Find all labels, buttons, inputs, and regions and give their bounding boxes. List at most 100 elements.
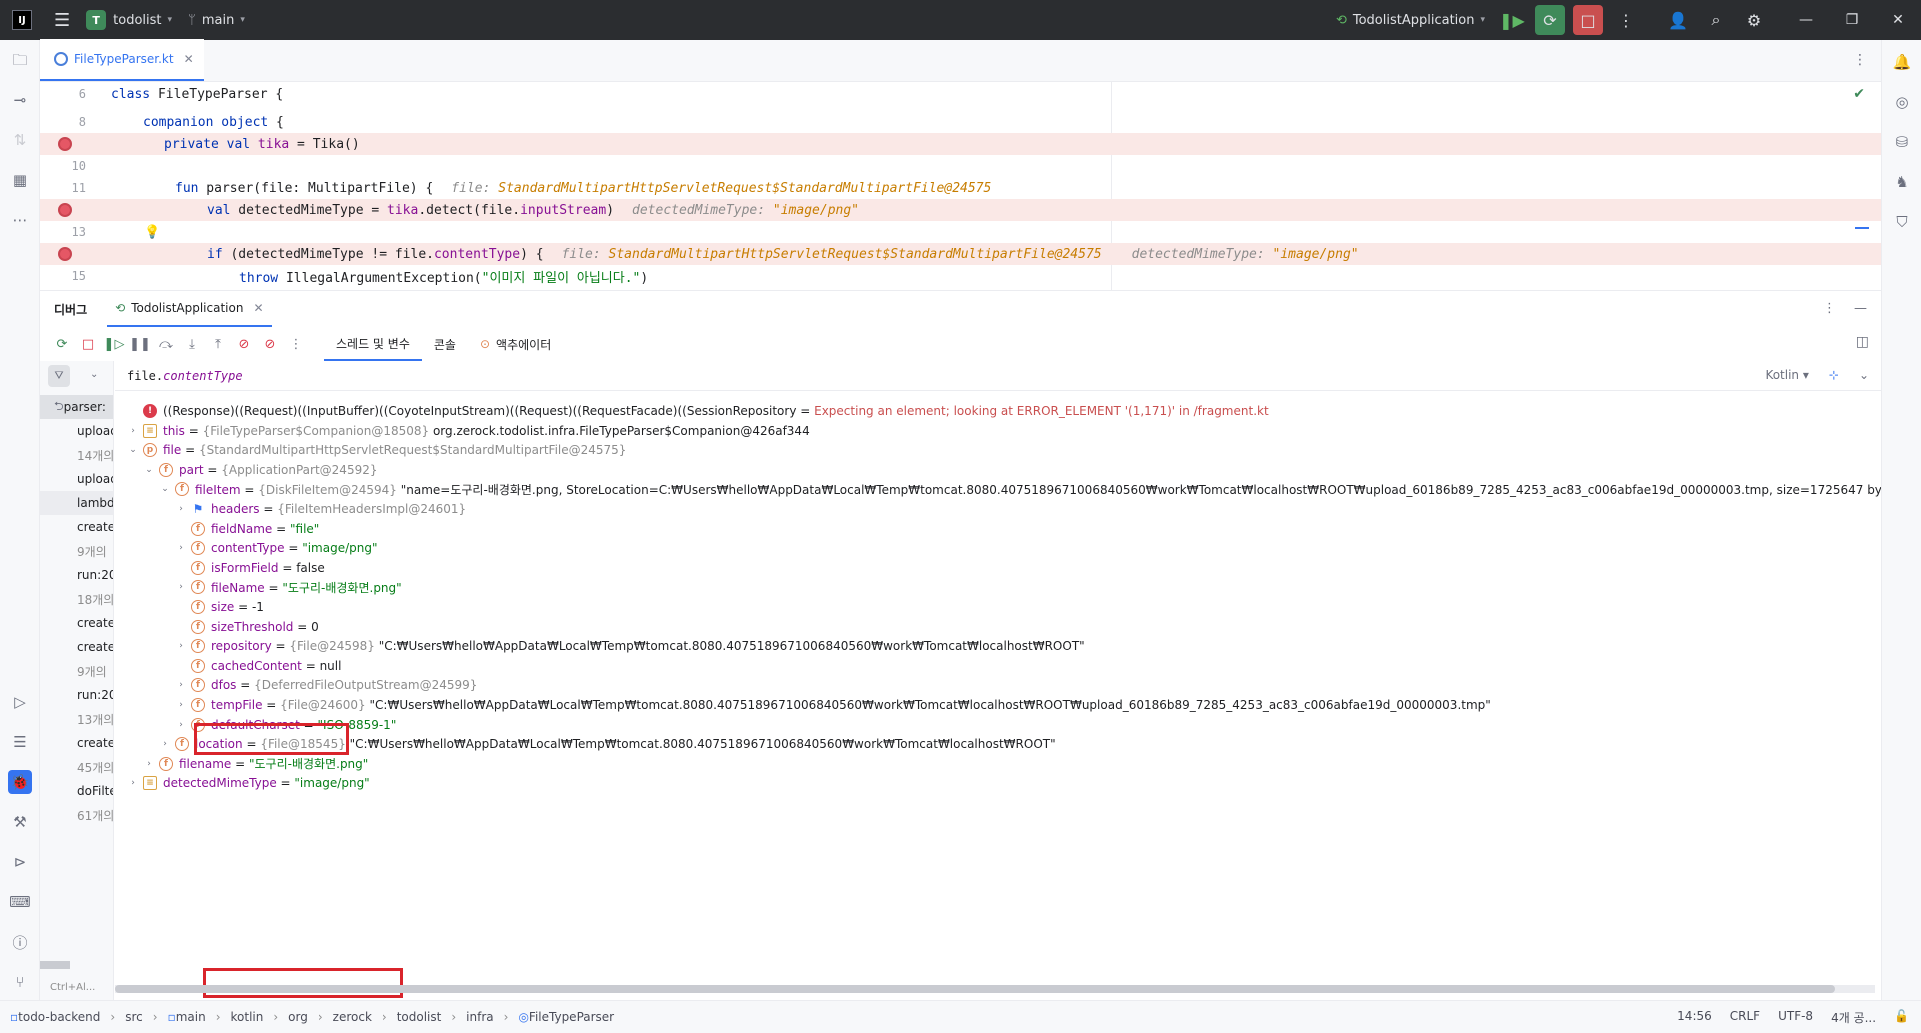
- frame-item[interactable]: createT: [40, 731, 113, 755]
- main-menu-button[interactable]: ☰: [46, 6, 78, 34]
- chevron-right-icon[interactable]: ›: [175, 582, 187, 592]
- breadcrumb-item[interactable]: zerock ›: [333, 1010, 387, 1024]
- horizontal-scrollbar[interactable]: [115, 985, 1875, 993]
- stop-icon[interactable]: □: [76, 332, 100, 356]
- breakpoint-icon[interactable]: [58, 137, 72, 151]
- code-editor[interactable]: ✔ 6 class FileTypeParser { 8 companion o…: [40, 82, 1881, 290]
- chevron-right-icon[interactable]: ›: [175, 680, 187, 690]
- evaluate-expression-bar[interactable]: file.contentType Kotlin ▾ ⊹ ⌄: [115, 361, 1881, 391]
- chevron-right-icon[interactable]: ›: [143, 759, 155, 769]
- close-tab-icon[interactable]: ✕: [184, 52, 194, 66]
- commit-tool-button[interactable]: ⊸: [8, 88, 32, 112]
- chevron-down-icon[interactable]: ⌄: [127, 445, 139, 455]
- frame-item[interactable]: createT: [40, 515, 113, 539]
- breadcrumb-item[interactable]: ◎ FileTypeParser: [518, 1010, 614, 1024]
- indent-setting[interactable]: 4개 공...: [1831, 1009, 1876, 1026]
- frame-item[interactable]: createT: [40, 611, 113, 635]
- pull-requests-button[interactable]: ⇅: [8, 128, 32, 152]
- frame-item[interactable]: 9개의: [40, 659, 113, 683]
- database-button[interactable]: ⛁: [1890, 130, 1914, 154]
- frame-item[interactable]: 61개의: [40, 803, 113, 827]
- code-with-me-button[interactable]: 👤: [1663, 5, 1693, 35]
- run-tool-button[interactable]: ▷: [8, 690, 32, 714]
- gradle-button[interactable]: ♞: [1890, 170, 1914, 194]
- structure-tool-button[interactable]: ▦: [8, 168, 32, 192]
- resume-button[interactable]: ❚▶: [1497, 5, 1527, 35]
- run-config-selector[interactable]: ⟲ TodolistApplication ▾: [1328, 6, 1493, 34]
- breadcrumb-item[interactable]: ▫ todo-backend ›: [10, 1010, 115, 1024]
- more-icon[interactable]: ⋮: [1823, 301, 1836, 316]
- restore-button[interactable]: ❐: [1829, 0, 1875, 40]
- terminal-tool-button[interactable]: ⌨: [8, 890, 32, 914]
- breadcrumb-item[interactable]: src ›: [125, 1010, 157, 1024]
- frame-item[interactable]: run:20,: [40, 683, 113, 707]
- frame-item[interactable]: ⮌ parser:: [40, 395, 113, 419]
- rerun-debug-button[interactable]: ⟳: [1535, 5, 1565, 35]
- ai-assistant-button[interactable]: ◎: [1890, 90, 1914, 114]
- more-icon[interactable]: ⋮: [284, 332, 308, 356]
- chevron-down-icon[interactable]: ⌄: [1859, 368, 1869, 382]
- git-tool-button[interactable]: ⑂: [8, 970, 32, 994]
- more-tools-button[interactable]: ⋯: [8, 208, 32, 232]
- file-encoding[interactable]: UTF-8: [1778, 1009, 1813, 1026]
- project-switcher[interactable]: T todolist ▾: [78, 6, 180, 34]
- project-tool-button[interactable]: 🗀: [8, 50, 32, 74]
- more-icon[interactable]: ⋮: [1853, 52, 1867, 68]
- settings-button[interactable]: ⚙: [1739, 5, 1769, 35]
- layout-settings-icon[interactable]: ◫: [1856, 334, 1869, 350]
- language-selector[interactable]: Kotlin ▾: [1765, 368, 1808, 382]
- breadcrumb-item[interactable]: infra ›: [466, 1010, 508, 1024]
- breadcrumb-item[interactable]: ▫ main ›: [168, 1010, 221, 1024]
- problems-tool-button[interactable]: ⓘ: [8, 930, 32, 954]
- frame-item[interactable]: doFilte: [40, 779, 113, 803]
- step-into-icon[interactable]: ⤓: [180, 332, 204, 356]
- add-watch-icon[interactable]: ⊹: [1829, 368, 1839, 382]
- services-tool-button[interactable]: ⊳: [8, 850, 32, 874]
- minimize-panel-icon[interactable]: —: [1854, 301, 1867, 316]
- tab-threads-variables[interactable]: 스레드 및 변수: [324, 327, 422, 361]
- frame-item[interactable]: 14개의: [40, 443, 113, 467]
- variable-row[interactable]: › ≡ detectedMimeType = "image/png": [115, 771, 1881, 795]
- rerun-icon[interactable]: ⟳: [50, 332, 74, 356]
- chevron-right-icon[interactable]: ›: [159, 739, 171, 749]
- chevron-down-icon[interactable]: ⌄: [90, 369, 98, 380]
- frame-item[interactable]: upload: [40, 419, 113, 443]
- debug-session-tab[interactable]: ⟲ TodolistApplication ✕: [107, 291, 272, 327]
- breadcrumb-item[interactable]: todolist ›: [397, 1010, 456, 1024]
- security-button[interactable]: ⛉: [1890, 210, 1914, 234]
- chevron-right-icon[interactable]: ›: [175, 720, 187, 730]
- frame-item[interactable]: createT: [40, 635, 113, 659]
- search-everywhere-button[interactable]: ⌕: [1701, 5, 1731, 35]
- branch-switcher[interactable]: ᛘ main ▾: [180, 6, 253, 34]
- frame-item[interactable]: 18개의: [40, 587, 113, 611]
- tab-console[interactable]: 콘솔: [422, 327, 468, 361]
- step-over-icon[interactable]: ⤼: [154, 332, 178, 356]
- chevron-down-icon[interactable]: ⌄: [159, 484, 171, 494]
- filter-icon[interactable]: ⛛: [48, 365, 70, 387]
- close-tab-icon[interactable]: ✕: [253, 301, 263, 315]
- lock-icon[interactable]: 🔓: [1894, 1009, 1909, 1026]
- debug-tool-button[interactable]: 🐞: [8, 770, 32, 794]
- chevron-right-icon[interactable]: ›: [175, 700, 187, 710]
- tab-filetypeparser[interactable]: FileTypeParser.kt ✕: [40, 39, 204, 81]
- resume-icon[interactable]: ❚▷: [102, 332, 126, 356]
- todo-tool-button[interactable]: ☰: [8, 730, 32, 754]
- step-out-icon[interactable]: ⤒: [206, 332, 230, 356]
- notifications-button[interactable]: 🔔: [1890, 50, 1914, 74]
- chevron-right-icon[interactable]: ›: [175, 641, 187, 651]
- lightbulb-icon[interactable]: 💡: [144, 225, 160, 240]
- breadcrumb-item[interactable]: org ›: [288, 1010, 323, 1024]
- close-window-button[interactable]: ✕: [1875, 0, 1921, 40]
- chevron-down-icon[interactable]: ⌄: [143, 465, 155, 475]
- evaluate-input[interactable]: file.contentType: [127, 369, 243, 383]
- chevron-right-icon[interactable]: ›: [175, 504, 187, 514]
- frame-item[interactable]: 9개의: [40, 539, 113, 563]
- stop-button[interactable]: □: [1573, 5, 1603, 35]
- breakpoint-icon[interactable]: [58, 203, 72, 217]
- frame-item[interactable]: 13개의: [40, 707, 113, 731]
- breadcrumb-item[interactable]: kotlin ›: [231, 1010, 279, 1024]
- build-tool-button[interactable]: ⚒: [8, 810, 32, 834]
- pause-icon[interactable]: ❚❚: [128, 332, 152, 356]
- chevron-right-icon[interactable]: ›: [127, 426, 139, 436]
- more-actions-button[interactable]: ⋮: [1611, 5, 1641, 35]
